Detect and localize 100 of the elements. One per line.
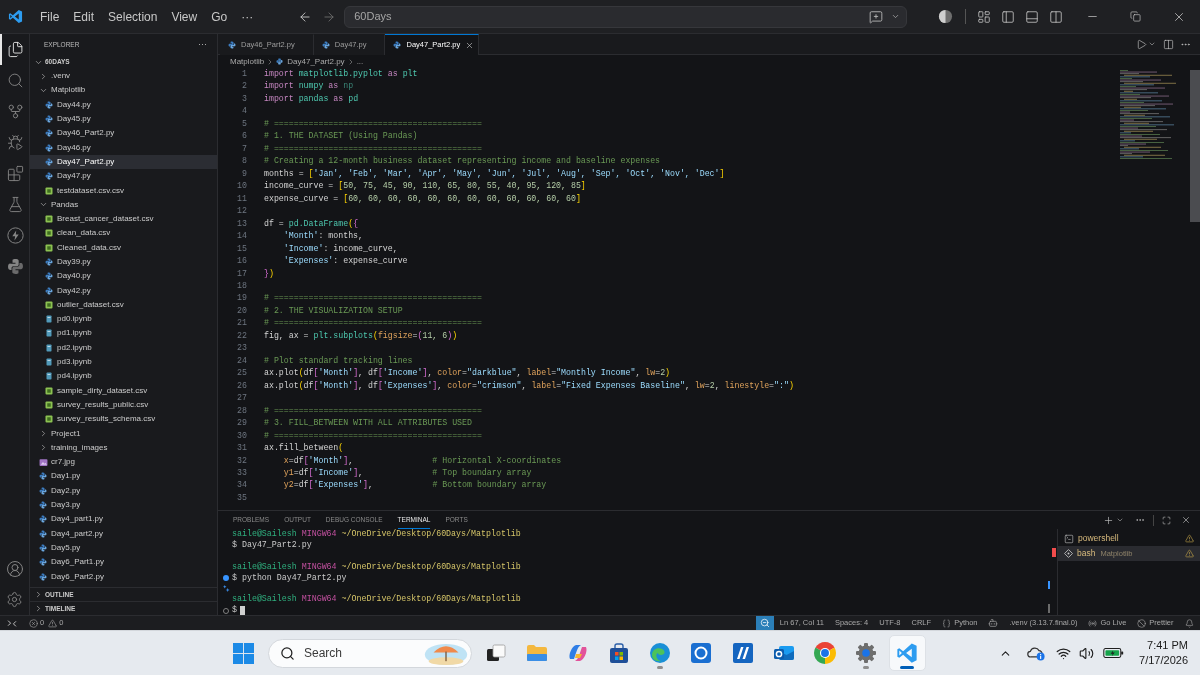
columns-icon[interactable] [1049,9,1063,24]
tree-item[interactable]: Day45.py [30,111,217,127]
maximize-icon[interactable] [1162,515,1171,525]
slash-tile-icon[interactable] [731,642,754,664]
battery-icon[interactable] [1103,647,1125,659]
settings-icon[interactable] [6,591,23,608]
menu-item[interactable]: Edit [66,5,102,28]
menu-item[interactable]: Go [204,5,235,28]
folder-item[interactable]: Matplotlib [30,83,217,98]
menu-item[interactable]: File [33,5,67,28]
line-number: 3 [242,92,247,105]
cloud-icon[interactable] [1026,645,1046,661]
chevron-down-icon[interactable] [1116,516,1124,524]
tree-item[interactable]: Cleaned_data.csv [30,240,217,255]
folder-icon[interactable] [525,642,548,664]
line-number: 15 [237,242,247,255]
forward-arrow-icon[interactable] [322,9,337,24]
account-icon[interactable] [5,559,24,578]
tree-item[interactable]: Day44.py [30,97,217,112]
terminal-session[interactable]: powershell [1058,531,1200,546]
tree-item[interactable]: Day47.py [30,169,217,184]
tree-item[interactable]: survey_results_public.csv [30,397,217,413]
chat-plus-icon[interactable] [869,9,884,24]
menu-item[interactable]: View [164,5,205,28]
four-squares-logo-icon[interactable] [232,642,254,664]
ring-tile-icon[interactable] [690,642,713,664]
python-file-icon [39,515,47,524]
plus-icon[interactable] [1103,514,1114,526]
layout-icon[interactable] [977,9,991,24]
more-actions-button[interactable]: ··· [198,40,207,49]
tree-item[interactable]: pd1.ipynb [30,326,217,341]
scrollbar-thumb[interactable] [1190,70,1200,222]
tree-item[interactable]: Day2.py [30,483,217,498]
python-file-icon [45,258,53,266]
folder-item[interactable]: Pandas [30,197,217,212]
menu-item[interactable]: ··· [234,5,261,28]
line-number: 17 [237,267,247,280]
tree-item[interactable]: Day47_Part2.py [30,154,217,170]
tree-item[interactable]: survey_results_schema.csv [30,412,217,427]
tree-item[interactable]: Breast_cancer_dataset.csv [30,211,217,227]
overlapping-squares-icon[interactable] [484,642,507,664]
tree-item[interactable]: Day46.py [30,140,217,155]
breadcrumb-item[interactable]: ... [356,57,364,66]
shopping-bag-icon[interactable] [608,642,631,664]
chevron-down-icon[interactable] [891,12,901,21]
remote-icon[interactable] [7,618,17,628]
restore-icon[interactable] [1130,11,1141,22]
folder-item[interactable]: Project1 [30,426,217,441]
tree-item[interactable]: Day1.py [30,469,217,484]
command-center[interactable]: 60Days [344,5,908,28]
columns-icon[interactable] [1163,38,1174,50]
code-line: 'Expenses': expense_curve [282,255,408,268]
tree-item[interactable]: Day46_Part2.py [30,126,217,141]
tree-item[interactable]: Day4_part2.py [30,526,217,541]
tree-item[interactable]: Day40.py [30,269,217,284]
tree-item[interactable]: pd2.ipynb [30,340,217,355]
code-line: ax.plot(df['Month'], df['Expenses'], color="crimson", label="Fixed Expenses Baseline", lw=2, linestyle=":") [264,379,794,392]
tree-item[interactable]: Day4_part1.py [30,512,217,527]
close-icon[interactable] [465,40,475,50]
play-icon[interactable] [1136,38,1147,50]
tree-item[interactable]: Day5.py [30,540,217,556]
swirl-circle-icon[interactable] [649,642,672,664]
breadcrumb-item[interactable]: Matplotlib [230,57,265,66]
breadcrumb-item[interactable]: Day47_Part2.py [276,57,345,66]
tree-item[interactable]: Day3.py [30,497,217,513]
tree-item[interactable]: pd3.ipynb [30,354,217,370]
tree-item[interactable]: pd4.ipynb [30,369,217,384]
tree-item[interactable]: sample_dirty_dataset.csv [30,383,217,398]
line-number: 29 [237,417,247,430]
folder-item[interactable]: training_images [30,440,217,455]
left-panel-icon[interactable] [1001,9,1015,24]
bottom-panel-icon[interactable] [1025,9,1039,24]
ribbon-logo-icon[interactable] [896,642,919,664]
menu-item[interactable]: Selection [101,5,165,28]
tricolor-circle-icon[interactable] [814,642,836,664]
zoom-button[interactable] [756,616,775,630]
tree-item[interactable]: Day6_Part1.py [30,555,217,570]
bell-icon[interactable] [1185,618,1194,628]
tree-item[interactable]: pd0.ipynb [30,312,217,327]
wifi-icon[interactable] [1056,645,1072,661]
back-arrow-icon[interactable] [298,9,313,24]
line-number: 10 [237,180,247,193]
line-number: 1 [242,68,247,80]
tree-item[interactable]: Day6_Part2.py [30,569,217,584]
line-number: 25 [237,367,247,380]
tree-item[interactable]: outlier_dataset.csv [30,297,217,313]
chevron-down-icon[interactable] [1148,40,1156,48]
tree-item[interactable]: testdataset.csv.csv [30,183,217,198]
python-file-icon [393,41,402,49]
speaker-icon[interactable] [1079,645,1095,661]
code-line: # ========================================== [264,142,482,155]
gear-icon[interactable] [855,642,878,664]
tree-item[interactable]: cr7.jpg [30,455,217,470]
half-filled-circle-icon[interactable] [938,9,953,24]
robot-icon[interactable] [988,618,999,628]
folder-item[interactable]: .venv [30,69,217,84]
tree-item[interactable]: Day39.py [30,254,217,270]
tree-item[interactable]: Day42.py [30,283,217,298]
close-icon[interactable] [1181,515,1191,525]
tree-item[interactable]: clean_data.csv [30,226,217,241]
